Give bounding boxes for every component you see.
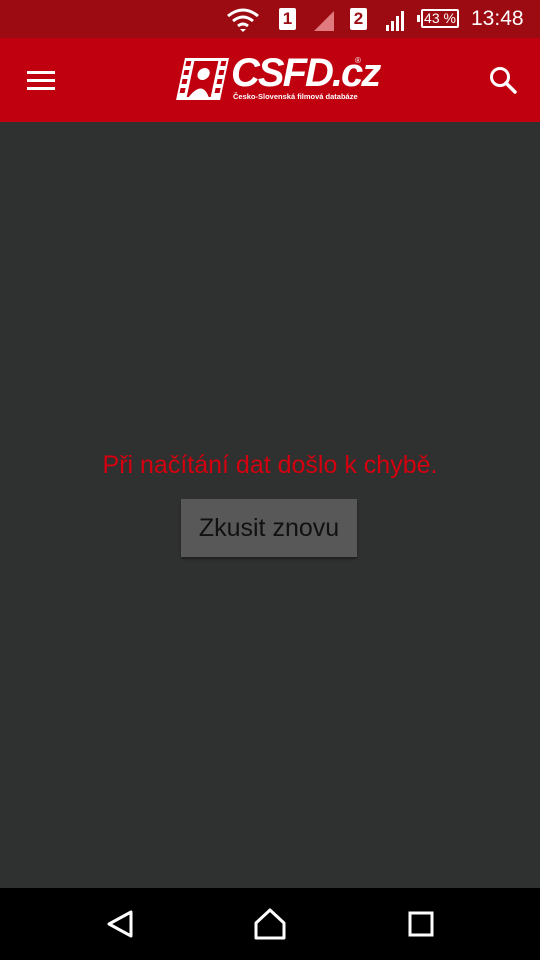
logo-subtitle: Česko-Slovenská filmová databáze xyxy=(233,92,358,101)
sim2-indicator: 2 xyxy=(350,8,367,30)
error-message: Při načítání dat došlo k chybě. xyxy=(102,451,438,479)
status-bar: 1 2 43 % 13:48 xyxy=(0,0,540,38)
clock: 13:48 xyxy=(471,7,524,30)
recent-apps-icon[interactable] xyxy=(400,906,440,942)
back-icon[interactable] xyxy=(100,906,140,942)
film-strip-icon xyxy=(176,58,229,100)
app-bar: CSFD.cz ® Česko-Slovenská filmová databá… xyxy=(0,38,540,122)
csfd-logo: CSFD.cz ® Česko-Slovenská filmová databá… xyxy=(175,52,381,104)
retry-button[interactable]: Zkusit znovu xyxy=(181,499,357,557)
sim1-indicator: 1 xyxy=(279,8,296,30)
search-icon[interactable] xyxy=(480,60,526,100)
signal-icon xyxy=(314,11,334,31)
logo-registered-mark: ® xyxy=(355,56,361,65)
home-icon[interactable] xyxy=(250,906,290,942)
signal-icon xyxy=(386,11,404,31)
hamburger-menu-icon[interactable] xyxy=(20,60,64,100)
wifi-icon xyxy=(227,8,259,32)
navigation-bar xyxy=(0,888,540,960)
battery-icon: 43 % xyxy=(417,9,459,28)
